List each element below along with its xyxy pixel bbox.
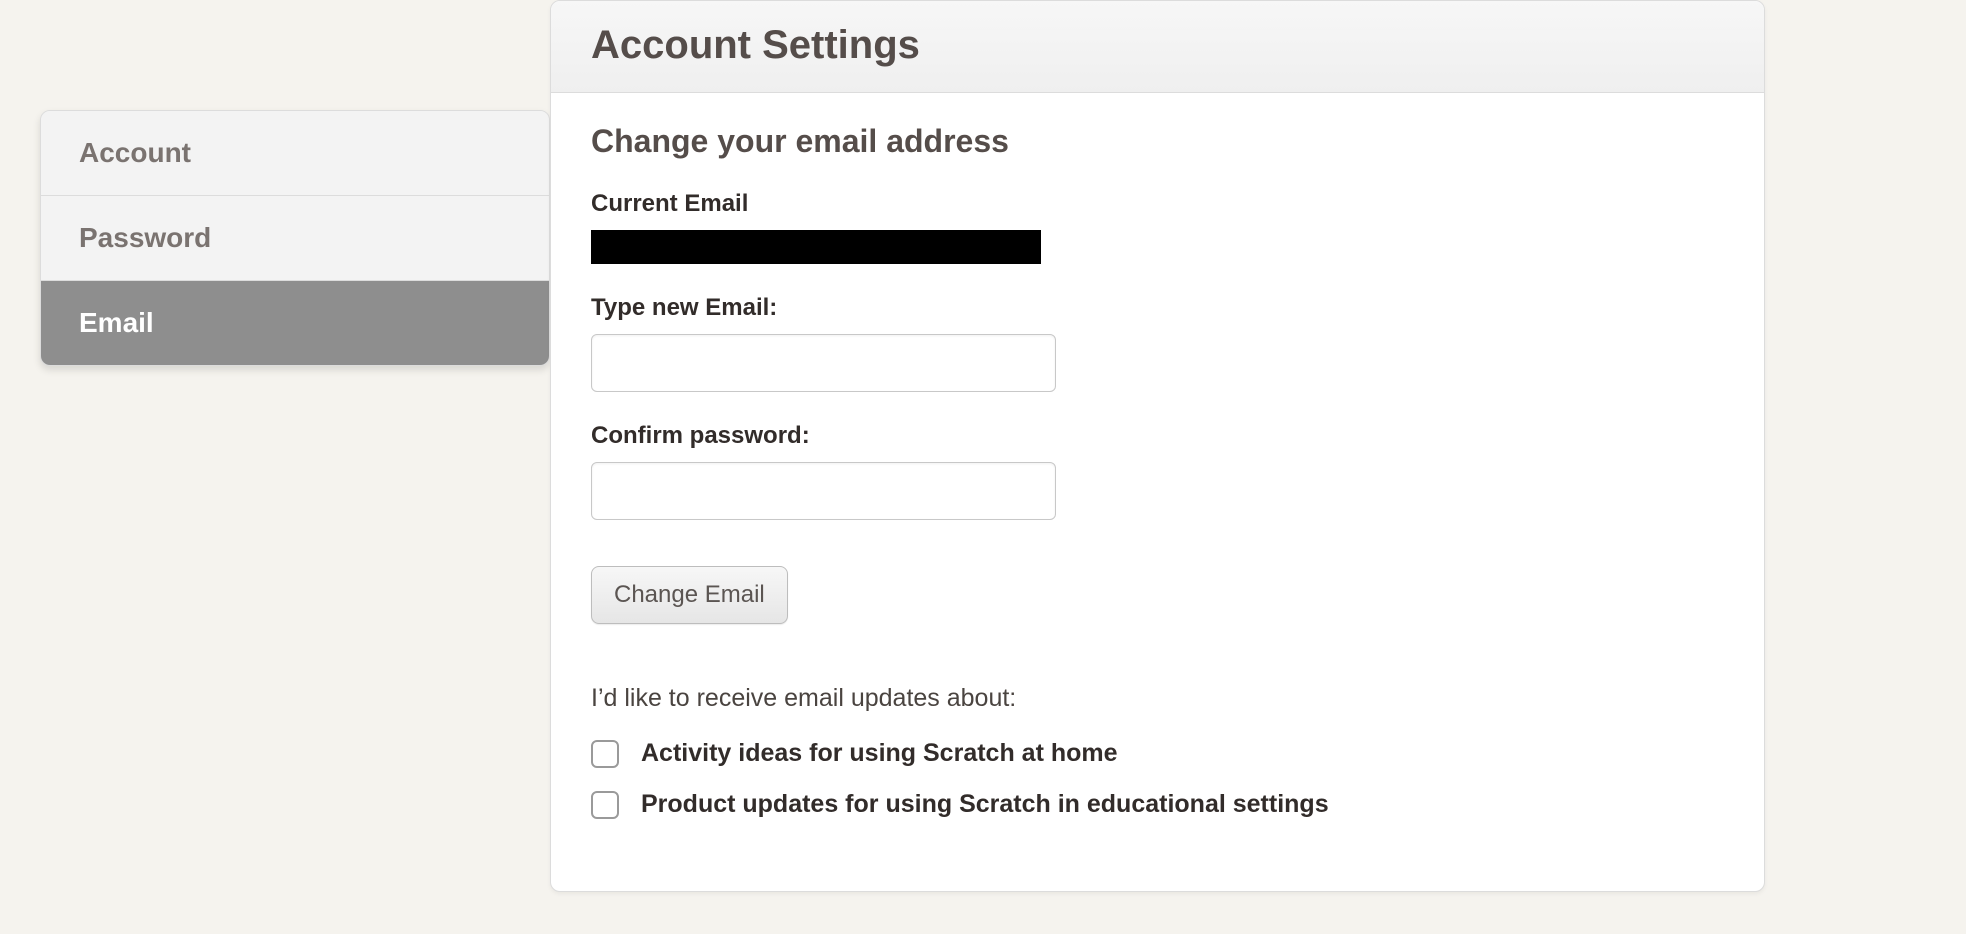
new-email-input[interactable] [591, 334, 1056, 392]
settings-panel: Account Settings Change your email addre… [550, 0, 1765, 892]
pref-label-activity[interactable]: Activity ideas for using Scratch at home [641, 739, 1118, 768]
pref-label-product[interactable]: Product updates for using Scratch in edu… [641, 790, 1329, 819]
change-email-button[interactable]: Change Email [591, 566, 788, 624]
current-email-label: Current Email [591, 190, 1724, 218]
sidebar-item-account[interactable]: Account [41, 111, 549, 196]
settings-sidebar: Account Password Email [40, 110, 550, 366]
prefs-intro: I’d like to receive email updates about: [591, 684, 1724, 713]
page-title: Account Settings [591, 23, 1724, 68]
sidebar-item-password[interactable]: Password [41, 196, 549, 281]
section-heading: Change your email address [591, 123, 1724, 160]
confirm-password-label: Confirm password: [591, 422, 1724, 450]
pref-row-activity: Activity ideas for using Scratch at home [591, 739, 1724, 768]
panel-header: Account Settings [551, 1, 1764, 93]
sidebar-item-email[interactable]: Email [41, 281, 549, 365]
pref-checkbox-product[interactable] [591, 791, 619, 819]
current-email-value [591, 230, 1041, 264]
new-email-label: Type new Email: [591, 294, 1724, 322]
pref-checkbox-activity[interactable] [591, 740, 619, 768]
pref-row-product: Product updates for using Scratch in edu… [591, 790, 1724, 819]
confirm-password-input[interactable] [591, 462, 1056, 520]
panel-body: Change your email address Current Email … [551, 93, 1764, 891]
